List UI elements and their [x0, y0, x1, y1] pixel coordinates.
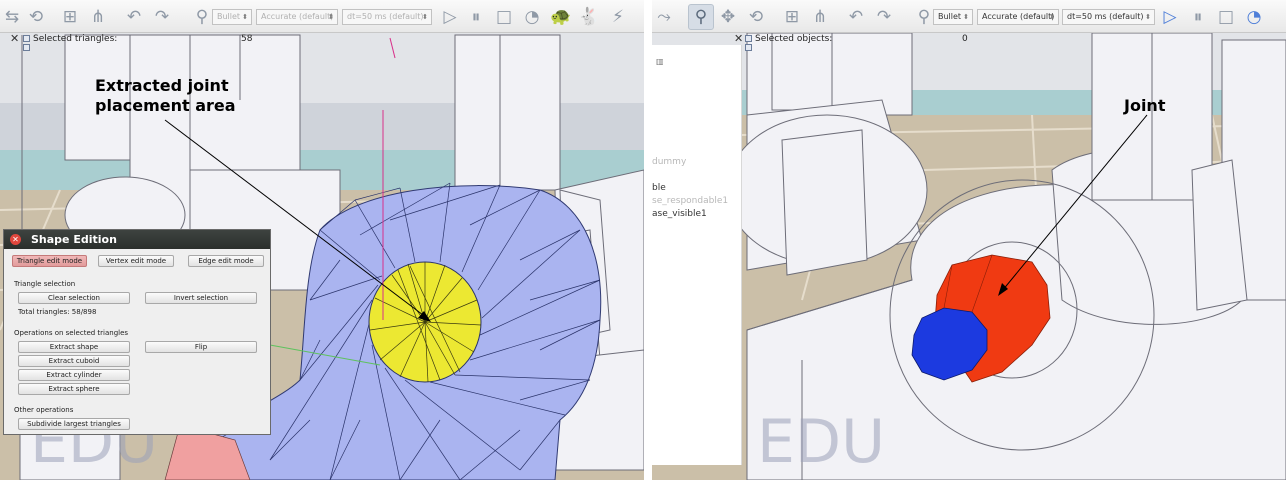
extract-sphere-button[interactable]: Extract sphere [18, 383, 130, 395]
edge-edit-mode-button[interactable]: Edge edit mode [188, 255, 264, 267]
flip-button[interactable]: Flip [145, 341, 257, 353]
tree-item-respondable[interactable]: se_respondable1 [652, 196, 728, 207]
toolbar-tree-icon[interactable]: ⋔ [810, 7, 830, 27]
right-3d-viewport[interactable]: EDU [652, 32, 1286, 480]
chevron-down-icon: ⬍ [1145, 13, 1151, 21]
tree-item-visible[interactable]: ase_visible1 [652, 209, 707, 220]
toolbar-hierarchy-icon[interactable]: ⊞ [782, 7, 802, 27]
physics-engine-select[interactable]: Bullet ⬍ [933, 9, 973, 25]
left-toolbar: ⇆ ⟲ ⊞ ⋔ ↶ ↷ ⚲ Bullet ⬍ Accurate (default)… [0, 0, 644, 33]
invert-selection-button[interactable]: Invert selection [145, 292, 257, 304]
accuracy-value: Accurate (default) [261, 12, 334, 21]
toolbar-rotate-icon[interactable]: ⟲ [26, 7, 46, 27]
accuracy-value: Accurate (default) [982, 12, 1055, 21]
operations-heading: Operations on selected triangles [14, 329, 129, 337]
physics-engine-value: Bullet [217, 12, 241, 21]
search-icon[interactable]: ⚲ [192, 7, 212, 27]
realtime-icon[interactable]: ◔ [1244, 7, 1264, 27]
panel-divider [644, 0, 652, 480]
chevron-down-icon: ⬍ [328, 13, 334, 21]
toolbar-hierarchy-icon[interactable]: ⊞ [60, 7, 80, 27]
annotation-line-1: Extracted joint [95, 76, 229, 95]
accuracy-select[interactable]: Accurate (default) ⬍ [256, 9, 338, 25]
other-operations-heading: Other operations [14, 406, 74, 414]
redo-icon[interactable]: ↷ [874, 7, 894, 27]
toolbar-rotate-icon[interactable]: ⟲ [746, 7, 766, 27]
pause-icon[interactable]: ⏸ [1188, 7, 1208, 27]
extract-cylinder-button[interactable]: Extract cylinder [18, 369, 130, 381]
selected-triangles-label: Selected triangles: [33, 34, 118, 44]
undo-icon[interactable]: ↶ [124, 7, 144, 27]
physics-engine-value: Bullet [938, 12, 962, 21]
annotation-line-2: placement area [95, 96, 236, 115]
info-toggle-icon[interactable] [23, 44, 30, 51]
info-toggle-icon[interactable] [745, 35, 752, 42]
chevron-down-icon: ⬍ [422, 13, 428, 21]
tree-item-ble[interactable]: ble [652, 183, 666, 194]
slow-icon[interactable]: 🐢 [550, 7, 571, 27]
selected-objects-value: 0 [962, 34, 968, 44]
dialog-title: Shape Edition [31, 233, 117, 246]
subdivide-button[interactable]: Subdivide largest triangles [18, 418, 130, 430]
close-icon[interactable]: ✕ [10, 234, 21, 245]
shape-edition-dialog: ✕ Shape Edition Triangle edit mode Verte… [3, 229, 271, 435]
stop-icon[interactable]: □ [494, 7, 514, 27]
timestep-select[interactable]: dt=50 ms (default) ⬍ [342, 9, 432, 25]
timestep-value: dt=50 ms (default) [1067, 12, 1144, 21]
toolbar-move-icon[interactable]: ✥ [718, 7, 738, 27]
timestep-select[interactable]: dt=50 ms (default) ⬍ [1062, 9, 1155, 25]
timestep-value: dt=50 ms (default) [347, 12, 424, 21]
physics-engine-select[interactable]: Bullet ⬍ [212, 9, 252, 25]
info-close-icon[interactable]: ✕ [10, 32, 19, 45]
fast-icon[interactable]: 🐇 [578, 7, 599, 27]
right-toolbar: ⤳ ⚲ ✥ ⟲ ⊞ ⋔ ↶ ↷ ⚲ Bullet ⬍ Accurate (defa… [652, 0, 1286, 33]
annotation-extracted-joint: Extracted joint placement area [95, 76, 236, 116]
extract-shape-button[interactable]: Extract shape [18, 341, 130, 353]
scene-hierarchy-panel[interactable]: ▥ dummy ble se_respondable1 ase_visible1 [652, 45, 742, 465]
search-icon[interactable]: ⚲ [914, 7, 934, 27]
chevron-down-icon: ⬍ [963, 13, 969, 21]
dialog-titlebar[interactable]: ✕ Shape Edition [4, 230, 270, 249]
realtime-icon[interactable]: ◔ [522, 7, 542, 27]
selected-triangles-value: 58 [241, 34, 253, 44]
thread-icon[interactable]: ⚡ [608, 7, 628, 27]
right-watermark: EDU [757, 407, 885, 477]
triangle-edit-mode-button[interactable]: Triangle edit mode [12, 255, 87, 267]
stop-icon[interactable]: □ [1216, 7, 1236, 27]
annotation-joint: Joint [1124, 96, 1166, 115]
vertex-edit-mode-button[interactable]: Vertex edit mode [98, 255, 174, 267]
right-scene-view: EDU ▥ dummy ble se_respondable1 ase_visi… [652, 0, 1286, 480]
extract-cuboid-button[interactable]: Extract cuboid [18, 355, 130, 367]
undo-icon[interactable]: ↶ [846, 7, 866, 27]
toolbar-tree-icon[interactable]: ⋔ [88, 7, 108, 27]
accuracy-select[interactable]: Accurate (default) ⬍ [977, 9, 1059, 25]
left-scene-view: EDU ⇆ ⟲ ⊞ ⋔ ↶ ↷ ⚲ Bullet ⬍ Accurate (defa… [0, 0, 644, 480]
toolbar-select-icon[interactable]: ⚲ [688, 4, 714, 30]
triangle-selection-heading: Triangle selection [14, 280, 76, 288]
toolbar-camera-pan-icon[interactable]: ⤳ [654, 7, 674, 27]
clear-selection-button[interactable]: Clear selection [18, 292, 130, 304]
total-triangles-label: Total triangles: 58/898 [18, 308, 97, 316]
play-icon[interactable]: ▷ [440, 7, 460, 27]
selected-objects-label: Selected objects: [755, 34, 833, 44]
tree-item-dummy[interactable]: dummy [652, 157, 686, 168]
redo-icon[interactable]: ↷ [152, 7, 172, 27]
info-close-icon[interactable]: ✕ [734, 32, 743, 45]
info-toggle-icon[interactable] [745, 44, 752, 51]
pause-icon[interactable]: ⏸ [466, 7, 486, 27]
info-toggle-icon[interactable] [23, 35, 30, 42]
hierarchy-icon: ▥ [656, 57, 664, 66]
toolbar-connect-icon[interactable]: ⇆ [2, 7, 22, 27]
play-icon[interactable]: ▷ [1160, 7, 1180, 27]
chevron-down-icon: ⬍ [242, 13, 248, 21]
chevron-down-icon: ⬍ [1049, 13, 1055, 21]
